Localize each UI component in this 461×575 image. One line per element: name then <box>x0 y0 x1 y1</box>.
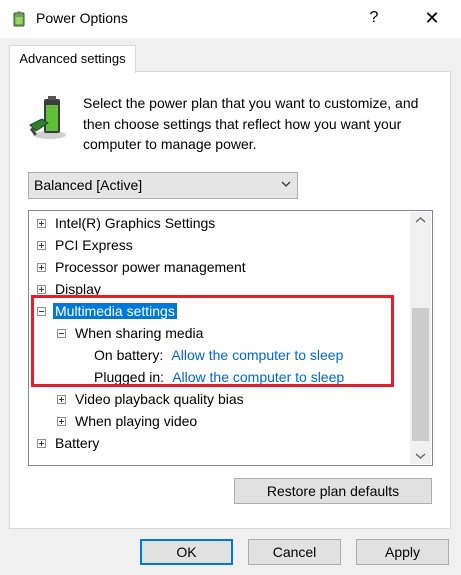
expand-icon[interactable] <box>37 285 46 294</box>
tree-item-battery[interactable]: Battery <box>37 432 99 454</box>
power-plan-value: Balanced [Active] <box>34 177 143 193</box>
plugged-in-value-link[interactable]: Allow the computer to sleep <box>172 369 344 385</box>
setting-label: Plugged in: <box>94 369 165 385</box>
tree-item-video-playback-quality[interactable]: Video playback quality bias <box>57 388 244 410</box>
setting-label: On battery: <box>94 347 164 363</box>
close-button[interactable]: ✕ <box>420 6 444 30</box>
cancel-button[interactable]: Cancel <box>248 539 341 565</box>
tree-item-label: Display <box>55 281 101 297</box>
tab-advanced-settings[interactable]: Advanced settings <box>9 45 136 73</box>
scroll-up-icon[interactable] <box>410 212 431 229</box>
scrollbar-thumb[interactable] <box>412 308 429 441</box>
tree-item-label: Battery <box>55 435 100 451</box>
expand-icon[interactable] <box>57 417 66 426</box>
tree-item-processor-power[interactable]: Processor power management <box>37 256 246 278</box>
settings-tree[interactable]: Intel(R) Graphics Settings PCI Express P… <box>28 210 433 466</box>
tree-item-label: PCI Express <box>55 237 133 253</box>
tree-item-label: When sharing media <box>75 325 204 341</box>
expand-icon[interactable] <box>37 241 46 250</box>
chevron-down-icon <box>281 181 291 187</box>
battery-plug-icon <box>29 96 66 139</box>
expand-icon[interactable] <box>37 219 46 228</box>
tree-item-label: Intel(R) Graphics Settings <box>55 215 216 231</box>
tree-item-when-playing-video[interactable]: When playing video <box>57 410 197 432</box>
collapse-icon[interactable] <box>37 307 46 316</box>
tree-item-when-sharing-media[interactable]: When sharing media <box>57 322 203 344</box>
setting-plugged-in[interactable]: Plugged in: Allow the computer to sleep <box>94 366 344 388</box>
tree-item-label: When playing video <box>75 413 198 429</box>
expand-icon[interactable] <box>37 439 46 448</box>
on-battery-value-link[interactable]: Allow the computer to sleep <box>171 347 343 363</box>
setting-on-battery[interactable]: On battery: Allow the computer to sleep <box>94 344 343 366</box>
ok-button[interactable]: OK <box>140 539 233 565</box>
power-plan-select[interactable]: Balanced [Active] <box>28 172 298 199</box>
tree-item-label: Multimedia settings <box>53 303 177 319</box>
tree-item-label: Video playback quality bias <box>75 391 244 407</box>
title-bar: Power Options ? ✕ <box>0 0 461 38</box>
expand-icon[interactable] <box>37 263 46 272</box>
scroll-down-icon[interactable] <box>410 447 431 464</box>
vertical-scrollbar[interactable] <box>410 212 431 464</box>
description-text: Select the power plan that you want to c… <box>83 95 419 152</box>
tree-item-label: Processor power management <box>55 259 246 275</box>
apply-button[interactable]: Apply <box>356 539 449 565</box>
tree-item-pci-express[interactable]: PCI Express <box>37 234 133 256</box>
tree-item-display[interactable]: Display <box>37 278 101 300</box>
help-button[interactable]: ? <box>362 6 386 30</box>
expand-icon[interactable] <box>57 395 66 404</box>
collapse-icon[interactable] <box>57 329 66 338</box>
window-title: Power Options <box>36 10 128 26</box>
tree-item-multimedia-settings[interactable]: Multimedia settings <box>37 300 177 322</box>
tree-item-intel-graphics[interactable]: Intel(R) Graphics Settings <box>37 212 215 234</box>
restore-plan-defaults-button[interactable]: Restore plan defaults <box>234 478 432 504</box>
power-options-icon <box>13 11 25 27</box>
